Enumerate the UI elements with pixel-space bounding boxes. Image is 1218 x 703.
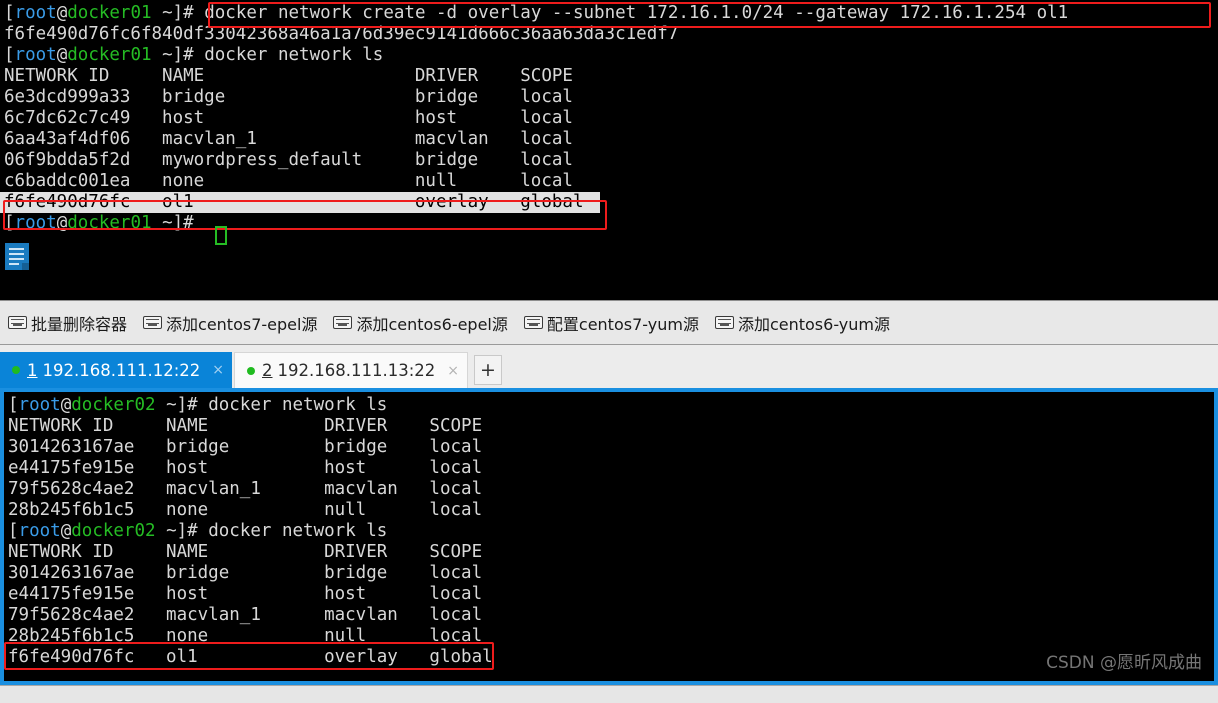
toolbar-item-label: 批量删除容器 bbox=[31, 314, 128, 334]
tab-session-2[interactable]: 2 192.168.111.13:22 × bbox=[234, 352, 468, 388]
terminal-output-line: c6baddc001ea none null local bbox=[4, 171, 573, 191]
quick-command-toolbar: 批量删除容器 添加centos7-epel源 添加centos6-epel源 配… bbox=[0, 300, 1218, 345]
keyboard-icon bbox=[523, 316, 543, 329]
terminal-output-line: f6fe490d76fc ol1 overlay global bbox=[8, 647, 493, 667]
terminal-output-line: 6e3dcd999a33 bridge bridge local bbox=[4, 87, 573, 107]
toolbar-item-4[interactable]: 添加centos6-yum源 bbox=[714, 311, 891, 335]
document-icon[interactable] bbox=[5, 243, 29, 270]
terminal-window: [root@docker01 ~]# docker network create… bbox=[0, 0, 1218, 703]
watermark: CSDN @愿昕风成曲 bbox=[1046, 653, 1202, 673]
close-icon[interactable]: × bbox=[447, 364, 459, 378]
keyboard-icon bbox=[143, 316, 163, 329]
toolbar-item-label: 添加centos6-epel源 bbox=[356, 314, 508, 334]
terminal-output-line: 3014263167ae bridge bridge local bbox=[8, 437, 483, 457]
terminal-output-line: 28b245f6b1c5 none null local bbox=[8, 626, 483, 646]
keyboard-icon bbox=[333, 316, 353, 329]
toolbar-item-2[interactable]: 添加centos6-epel源 bbox=[333, 311, 508, 335]
tab-index: 1 bbox=[27, 360, 38, 380]
connection-status-dot-icon bbox=[12, 366, 20, 374]
terminal-output-line: 79f5628c4ae2 macvlan_1 macvlan local bbox=[8, 605, 483, 625]
terminal-output-line: e44175fe915e host host local bbox=[8, 584, 483, 604]
terminal-output-line: f6fe490d76fc6f840df33042368a46a1a76d39ec… bbox=[4, 24, 679, 44]
terminal-output-line: 6c7dc62c7c49 host host local bbox=[4, 108, 573, 128]
terminal-pane-docker02[interactable]: [root@docker02 ~]# docker network ls NETW… bbox=[4, 392, 1214, 681]
terminal-prompt-line: [root@docker02 ~]# docker network ls bbox=[8, 395, 388, 415]
tab-label: 192.168.111.13:22 bbox=[277, 361, 436, 380]
terminal-output-line: 3014263167ae bridge bridge local bbox=[8, 563, 483, 583]
close-icon[interactable]: × bbox=[212, 363, 224, 377]
toolbar-item-label: 配置centos7-yum源 bbox=[546, 314, 699, 334]
terminal-output-line: 6aa43af4df06 macvlan_1 macvlan local bbox=[4, 129, 573, 149]
terminal-prompt-line: [root@docker01 ~]# docker network ls bbox=[4, 45, 384, 65]
toolbar-item-3[interactable]: 配置centos7-yum源 bbox=[523, 311, 699, 335]
terminal-output-line: 06f9bdda5f2d mywordpress_default bridge … bbox=[4, 150, 573, 170]
tab-session-1[interactable]: 1 192.168.111.12:22 × bbox=[0, 352, 232, 388]
terminal-pane-docker02-frame: [root@docker02 ~]# docker network ls NETW… bbox=[0, 388, 1218, 685]
toolbar-item-label: 添加centos6-yum源 bbox=[737, 314, 891, 334]
terminal-output-line: 28b245f6b1c5 none null local bbox=[8, 500, 483, 520]
terminal-output-line: NETWORK ID NAME DRIVER SCOPE bbox=[8, 416, 483, 436]
status-bar bbox=[0, 685, 1218, 703]
toolbar-item-0[interactable]: 批量删除容器 bbox=[8, 311, 127, 335]
terminal-output-line: e44175fe915e host host local bbox=[8, 458, 483, 478]
toolbar-item-1[interactable]: 添加centos7-epel源 bbox=[143, 311, 317, 335]
terminal-prompt-line: [root@docker01 ~]# docker network create… bbox=[4, 3, 1069, 23]
terminal-prompt-line: [root@docker01 ~]# bbox=[4, 213, 205, 233]
terminal-line-selected: f6fe490d76fc ol1 overlay global bbox=[0, 192, 600, 213]
terminal-prompt-line: [root@docker02 ~]# docker network ls bbox=[8, 521, 388, 541]
tab-label: 192.168.111.12:22 bbox=[42, 360, 201, 380]
terminal-output-line: NETWORK ID NAME DRIVER SCOPE bbox=[4, 66, 573, 86]
terminal-output-line: 79f5628c4ae2 macvlan_1 macvlan local bbox=[8, 479, 483, 499]
tab-index: 2 bbox=[262, 361, 273, 380]
keyboard-icon bbox=[8, 316, 27, 329]
keyboard-icon bbox=[714, 316, 734, 329]
session-tab-bar: 1 192.168.111.12:22 × 2 192.168.111.13:2… bbox=[0, 345, 1218, 388]
toolbar-item-label: 添加centos7-epel源 bbox=[166, 314, 318, 334]
terminal-pane-docker01[interactable]: [root@docker01 ~]# docker network create… bbox=[0, 0, 1218, 300]
connection-status-dot-icon bbox=[247, 366, 255, 375]
new-tab-button[interactable]: + bbox=[474, 355, 502, 385]
terminal-output-line: NETWORK ID NAME DRIVER SCOPE bbox=[8, 542, 483, 562]
terminal-cursor bbox=[215, 226, 227, 245]
